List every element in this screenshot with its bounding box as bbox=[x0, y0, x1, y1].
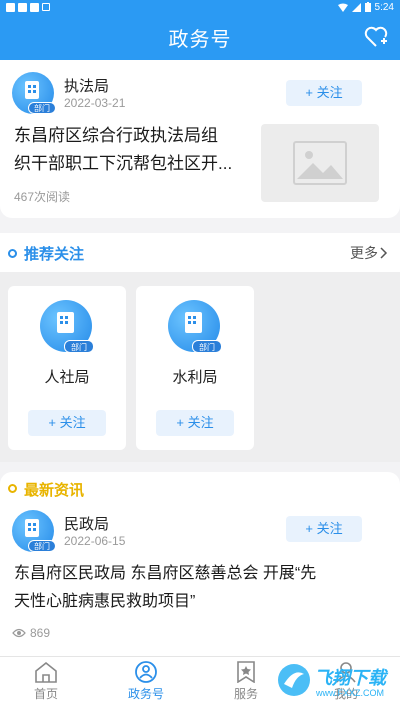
watermark-logo bbox=[278, 664, 310, 696]
more-label: 更多 bbox=[350, 245, 378, 261]
news-section: 最新资讯 部门 民政局 2022-06-15 + 关注 东昌府区民政局 东昌府区… bbox=[0, 472, 400, 656]
publish-date: 2022-03-21 bbox=[64, 96, 126, 110]
nav-label: 政务号 bbox=[127, 687, 164, 701]
org-avatar[interactable]: 部门 bbox=[12, 72, 56, 114]
nav-home[interactable]: 首页 bbox=[6, 661, 86, 702]
recommend-card[interactable]: 部门 人社局 + 关注 bbox=[8, 286, 126, 450]
nav-gov-account[interactable]: 政务号 bbox=[106, 661, 186, 702]
avatar-tag: 部门 bbox=[28, 102, 56, 114]
section-title: 最新资讯 bbox=[24, 482, 85, 499]
status-bar: 5:24 bbox=[0, 0, 400, 14]
building-icon bbox=[57, 312, 74, 333]
gov-account-icon bbox=[135, 661, 157, 683]
more-link[interactable]: 更多 bbox=[350, 243, 388, 263]
nav-label: 服务 bbox=[233, 687, 258, 701]
notification-icon bbox=[18, 2, 27, 12]
org-name[interactable]: 民政局 bbox=[64, 513, 109, 534]
publish-date: 2022-06-15 bbox=[64, 534, 126, 548]
follow-button[interactable]: + 关注 bbox=[156, 410, 234, 436]
recommend-card[interactable]: 部门 水利局 + 关注 bbox=[136, 286, 254, 450]
avatar-tag: 部门 bbox=[192, 340, 222, 353]
view-count-value: 869 bbox=[30, 626, 51, 640]
section-title: 推荐关注 bbox=[24, 245, 85, 263]
org-name[interactable]: 执法局 bbox=[64, 75, 109, 96]
notification-icons bbox=[6, 2, 50, 12]
avatar-tag: 部门 bbox=[64, 340, 94, 353]
follow-button[interactable]: + 关注 bbox=[286, 80, 362, 106]
view-count: 869 bbox=[12, 626, 50, 640]
read-count: 467次阅读 bbox=[14, 190, 71, 204]
service-icon bbox=[237, 661, 255, 683]
notification-icon bbox=[6, 2, 15, 12]
recommend-org-name[interactable]: 水利局 bbox=[136, 366, 254, 387]
recommend-org-name[interactable]: 人社局 bbox=[8, 366, 126, 387]
article-title[interactable]: 东昌府区综合行政执法局组 织干部职工下沉帮包社区开... bbox=[14, 122, 232, 178]
battery-icon bbox=[364, 2, 371, 12]
building-icon bbox=[25, 81, 39, 99]
page-title: 政务号 bbox=[168, 28, 232, 51]
nav-label: 首页 bbox=[33, 687, 58, 701]
org-avatar[interactable]: 部门 bbox=[168, 300, 222, 353]
eye-icon bbox=[12, 628, 26, 638]
news-title-line: 天性心脏病惠民救助项目” bbox=[14, 593, 196, 610]
building-icon bbox=[185, 312, 202, 333]
follow-button[interactable]: + 关注 bbox=[286, 516, 362, 542]
home-icon bbox=[35, 661, 57, 683]
signal-icon bbox=[351, 2, 361, 12]
building-icon bbox=[25, 519, 39, 537]
follow-button[interactable]: + 关注 bbox=[28, 410, 106, 436]
org-avatar[interactable]: 部门 bbox=[40, 300, 94, 353]
article-thumbnail[interactable] bbox=[261, 124, 379, 202]
section-dot-icon bbox=[8, 248, 17, 258]
section-dot-icon bbox=[8, 484, 17, 493]
notification-icon bbox=[42, 2, 50, 11]
avatar-tag: 部门 bbox=[28, 540, 56, 552]
status-time: 5:24 bbox=[374, 1, 394, 13]
chevron-right-icon bbox=[380, 247, 388, 259]
app-header: 政务号 bbox=[0, 14, 400, 60]
article-title-line: 织干部职工下沉帮包社区开... bbox=[14, 154, 233, 173]
recommend-section-header: 推荐关注 更多 bbox=[0, 233, 400, 273]
news-title[interactable]: 东昌府区民政局 东昌府区慈善总会 开展“先 天性心脏病惠民救助项目” bbox=[14, 560, 316, 616]
watermark: 飞翔下载 www.FXXZ.COM bbox=[276, 660, 396, 704]
recommend-list: 部门 人社局 + 关注 部门 水利局 + 关注 bbox=[0, 272, 400, 462]
watermark-url: www.FXXZ.COM bbox=[316, 688, 385, 698]
nav-service[interactable]: 服务 bbox=[206, 661, 286, 702]
article-title-line: 东昌府区综合行政执法局组 bbox=[14, 126, 218, 145]
heart-add-icon[interactable] bbox=[364, 26, 388, 48]
notification-icon bbox=[30, 2, 39, 12]
org-avatar[interactable]: 部门 bbox=[12, 510, 56, 552]
image-placeholder-icon bbox=[293, 141, 347, 185]
watermark-text: 飞翔下载 bbox=[314, 668, 386, 688]
news-title-line: 东昌府区民政局 东昌府区慈善总会 开展“先 bbox=[14, 565, 317, 582]
wifi-icon bbox=[337, 3, 348, 12]
